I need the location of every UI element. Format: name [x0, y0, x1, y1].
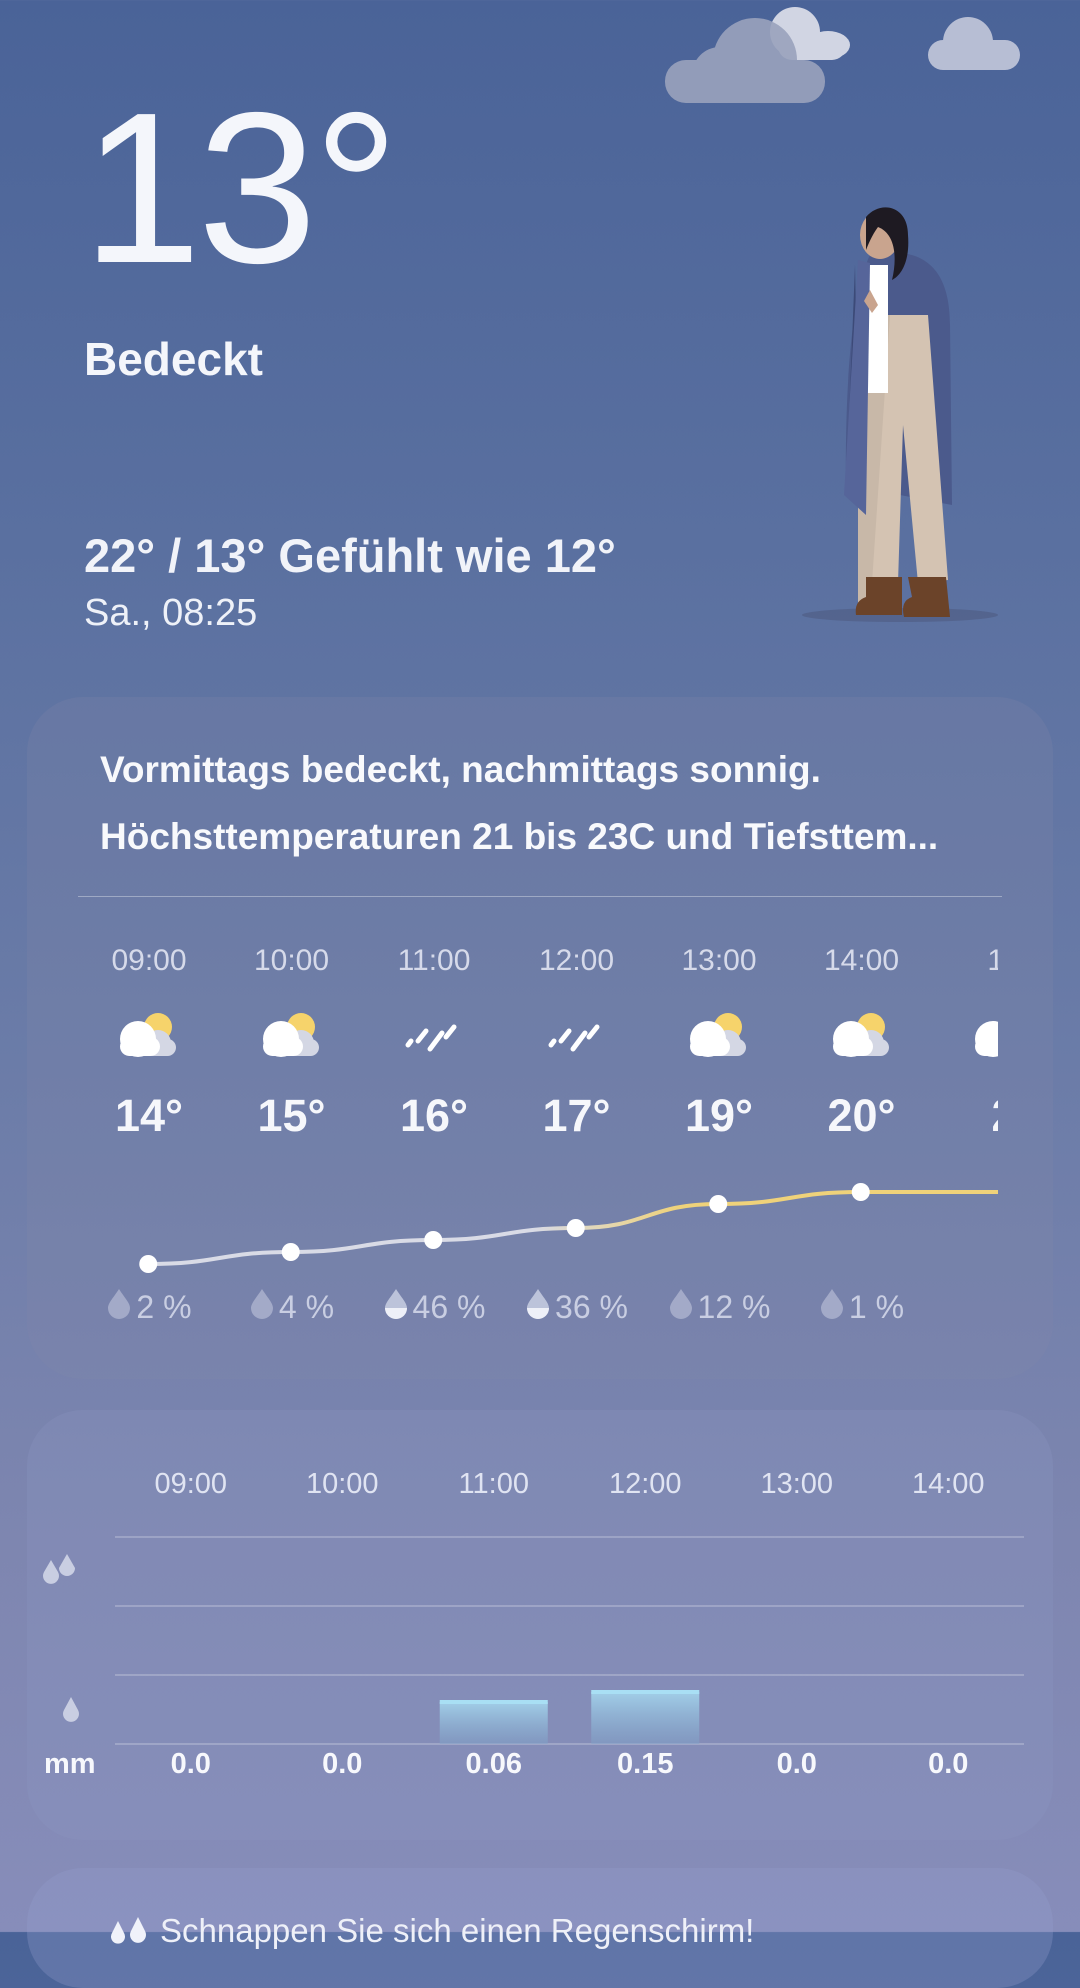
- hour-column[interactable]: 11:00 16° 46 %: [363, 930, 505, 1325]
- precip-value: 2 %: [136, 1288, 192, 1325]
- partly-cloudy-icon: [648, 1000, 790, 1070]
- hour-column[interactable]: 14:00 20° 1 %: [791, 930, 933, 1325]
- precip-value: 36 %: [555, 1288, 628, 1325]
- divider: [78, 896, 1002, 897]
- rain-amount-label: 0.0: [170, 1748, 211, 1780]
- hour-temperature: 2: [933, 1090, 998, 1142]
- hour-time: 09:00: [111, 944, 187, 977]
- rain-amount-label: 0.0: [776, 1748, 817, 1780]
- temperature-point: [851, 1183, 870, 1201]
- rain-amount-label: 0.0: [322, 1748, 363, 1780]
- rain-bar: [439, 1702, 548, 1744]
- current-condition: Bedeckt: [84, 333, 263, 385]
- unit-label: mm: [44, 1748, 96, 1780]
- hour-column[interactable]: 13:00 19° 12 %: [648, 930, 790, 1325]
- rain-hour-label: 12:00: [608, 1468, 682, 1500]
- hour-temperature: 16°: [399, 1090, 469, 1141]
- hour-temperature: 14°: [114, 1090, 184, 1141]
- hour-time: 12:00: [538, 944, 615, 977]
- hour-precip-chance: 46 %: [363, 1287, 505, 1327]
- rain-amount-label: 0.0: [928, 1748, 969, 1780]
- forecast-summary[interactable]: Vormittags bedeckt, nachmittags sonnig. …: [100, 736, 1000, 870]
- temperature-point: [424, 1231, 443, 1249]
- hour-column[interactable]: 12:00 17° 36 %: [506, 930, 648, 1325]
- heavy-rain-icon: [43, 1554, 75, 1584]
- temperature-point: [709, 1195, 728, 1213]
- rain-amount-label: 0.15: [617, 1748, 674, 1780]
- rain-hour-label: 09:00: [154, 1468, 228, 1500]
- hour-temperature: 20°: [827, 1090, 896, 1141]
- raindrop-icon: [106, 1287, 132, 1327]
- rain-bar: [591, 1692, 700, 1744]
- hour-temperature: 17°: [542, 1090, 611, 1141]
- current-temperature: 13°: [82, 67, 399, 308]
- temperature-point: [566, 1219, 585, 1237]
- clouds-decoration: [665, 7, 1020, 103]
- partly-cloudy-icon: [933, 1000, 998, 1070]
- temperature-point: [281, 1243, 300, 1261]
- rain-hour-label: 11:00: [458, 1468, 529, 1500]
- hour-time: 13:00: [681, 944, 757, 977]
- hour-precip-chance: 36 %: [506, 1287, 648, 1327]
- partly-cloudy-icon: [221, 1000, 363, 1070]
- partly-cloudy-icon: [791, 1000, 933, 1070]
- raindrop-icon: [249, 1287, 275, 1327]
- rain-hour-label: 10:00: [305, 1468, 379, 1500]
- partly-cloudy-icon: [78, 1000, 220, 1070]
- current-datetime: Sa., 08:25: [84, 592, 258, 634]
- precip-value: 12 %: [697, 1288, 771, 1325]
- rain-amount-label: 0.06: [465, 1748, 522, 1780]
- hour-time: 11:00: [397, 944, 471, 977]
- raindrop-icon: [819, 1287, 845, 1327]
- hour-time: 14:00: [823, 944, 900, 977]
- high-low-feels-like: 22° / 13° Gefühlt wie 12°: [84, 529, 616, 582]
- hour-precip-chance: 12 %: [648, 1287, 790, 1327]
- rain-hour-label: 13:00: [760, 1468, 834, 1500]
- precip-value: 46 %: [412, 1288, 486, 1325]
- precip-value: 1 %: [848, 1288, 905, 1325]
- raindrop-icon: [668, 1287, 694, 1327]
- precip-value: 4 %: [278, 1288, 335, 1325]
- umbrella-drops-icon: [111, 1917, 146, 1944]
- umbrella-tip-text: Schnappen Sie sich einen Regenschirm!: [160, 1912, 755, 1949]
- hour-temperature: 19°: [684, 1090, 754, 1141]
- hour-column[interactable]: 09:00 14° 2 %: [78, 930, 220, 1325]
- drizzle-icon: [363, 1000, 505, 1070]
- hour-column[interactable]: 15 2: [933, 930, 998, 1142]
- hour-precip-chance: 4 %: [221, 1287, 363, 1327]
- temperature-point: [139, 1255, 158, 1273]
- hour-time: 15: [987, 944, 998, 977]
- person-illustration: [802, 207, 998, 622]
- hour-precip-chance: 2 %: [78, 1287, 220, 1327]
- hour-precip-chance: 1 %: [791, 1287, 933, 1327]
- drizzle-icon: [506, 1000, 648, 1070]
- hour-temperature: 15°: [257, 1090, 326, 1141]
- light-rain-icon: [63, 1697, 79, 1722]
- raindrop-icon: [383, 1287, 409, 1327]
- hour-time: 10:00: [253, 944, 330, 977]
- raindrop-icon: [525, 1287, 551, 1327]
- hour-column[interactable]: 10:00 15° 4 %: [221, 930, 363, 1325]
- hourly-forecast-strip[interactable]: 09:00 14° 2 % 10:00 15° 4 % 11:00 16° 46 % 12:00 1…: [78, 930, 998, 1350]
- rain-hour-label: 14:00: [911, 1468, 985, 1500]
